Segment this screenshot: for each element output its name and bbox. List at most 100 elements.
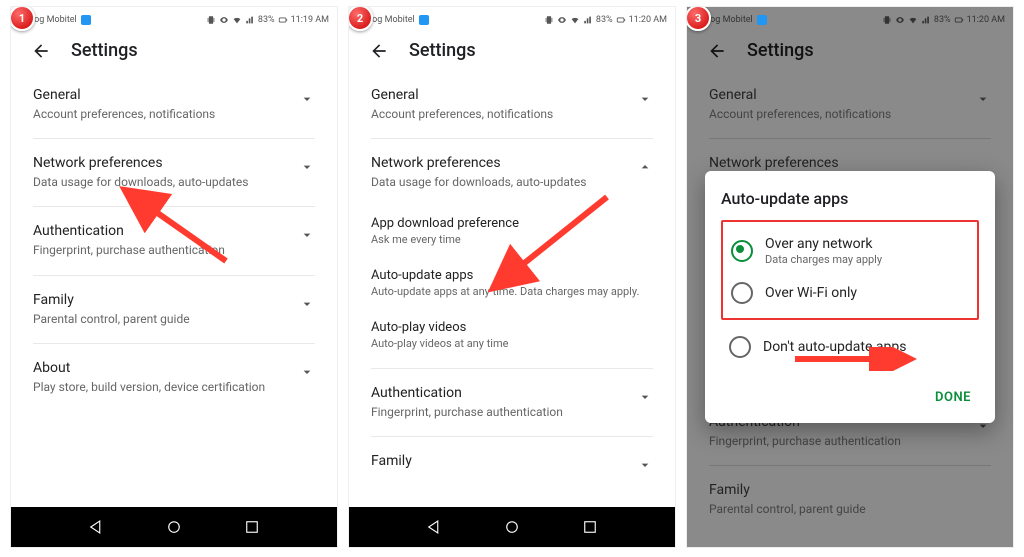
settings-item-family[interactable]: FamilyParental control, parent guide [33,276,315,344]
chevron-down-icon [299,91,315,107]
item-label: General [371,87,627,103]
item-sub: Play store, build version, device certif… [33,379,289,395]
settings-item-network[interactable]: Network preferences Data usage for downlo… [33,139,315,207]
settings-list: General Account preferences, notification… [349,71,675,489]
settings-item-family: FamilyParental control, parent guide [709,466,991,533]
item-sub: Account preferences, notifications [33,106,289,122]
item-sub: Data usage for downloads, auto-updates [33,174,289,190]
clock-label: 11:19 AM [291,15,329,25]
battery-icon [278,15,288,25]
item-label: Family [371,453,627,469]
radio-icon [731,240,753,262]
wifi-icon [232,15,242,25]
chevron-up-icon [637,159,653,175]
item-sub: Ask me every time [371,233,653,248]
eye-icon [219,15,229,25]
item-label: Network preferences [33,155,289,171]
radio-icon [731,282,753,304]
vibrate-icon [882,15,892,25]
wifi-icon [908,15,918,25]
signal-icon [921,15,931,25]
vibrate-icon [544,15,554,25]
sub-item-auto-update[interactable]: Auto-update apps Auto-update apps at any… [371,258,653,310]
item-label: General [33,87,289,103]
chevron-down-icon [299,296,315,312]
chevron-down-icon [637,389,653,405]
radio-label: Over any network [765,236,882,252]
nav-home-icon[interactable] [165,518,183,536]
vibrate-icon [206,15,216,25]
android-navbar [349,507,675,547]
nav-recent-icon[interactable] [581,518,599,536]
radio-dont-auto-update[interactable]: Don't auto-update apps [721,328,979,366]
notification-icon [419,15,429,25]
phone-screen-2: 2 Dialog Mobitel 83% 11:20 AM Settings G… [348,6,676,548]
item-label: App download preference [371,216,653,231]
nav-back-icon[interactable] [87,518,105,536]
notification-icon [81,15,91,25]
item-label: General [709,87,965,103]
item-label: Auto-play videos [371,320,653,335]
wifi-icon [570,15,580,25]
chevron-down-icon [975,91,991,107]
settings-item-network[interactable]: Network preferences Data usage for downlo… [371,139,653,206]
radio-icon [729,336,751,358]
dialog-title: Auto-update apps [721,189,979,208]
settings-list: General Account preferences, notification… [11,71,337,411]
battery-icon [616,15,626,25]
sub-item-autoplay[interactable]: Auto-play videos Auto-play videos at any… [371,310,653,369]
settings-item-about[interactable]: About Play store, build version, device c… [33,344,315,411]
settings-item-family[interactable]: Family [371,437,653,489]
chevron-down-icon [637,457,653,473]
signal-icon [245,15,255,25]
notification-icon [757,15,767,25]
highlighted-options: Over any networkData charges may apply O… [721,220,979,320]
battery-icon [954,15,964,25]
item-label: About [33,360,289,376]
nav-recent-icon[interactable] [243,518,261,536]
chevron-down-icon [299,364,315,380]
item-sub: Parental control, parent guide [33,311,289,327]
item-sub: Fingerprint, purchase authentication [33,242,289,258]
settings-item-general[interactable]: General Account preferences, notification… [33,71,315,139]
phone-screen-1: 1 Dialog Mobitel 83% 11:19 AM Settings G… [10,6,338,548]
chevron-down-icon [299,227,315,243]
item-label: Network preferences [371,155,627,171]
radio-over-any-network[interactable]: Over any networkData charges may apply [729,228,971,274]
item-label: Auto-update apps [371,268,653,283]
item-label: Network preferences [709,155,991,171]
appbar: Settings [687,30,1013,71]
settings-item-authentication[interactable]: Authentication Fingerprint, purchase auth… [33,207,315,275]
android-navbar [11,507,337,547]
nav-home-icon[interactable] [503,518,521,536]
battery-label: 83% [596,15,613,25]
radio-sub: Data charges may apply [765,253,882,266]
back-icon[interactable] [31,41,51,61]
back-icon[interactable] [707,41,727,61]
item-sub: Data usage for downloads, auto-updates [371,174,627,190]
eye-icon [557,15,567,25]
chevron-down-icon [299,159,315,175]
status-bar: Dialog Mobitel 83% 11:20 AM [349,7,675,30]
clock-label: 11:20 AM [629,15,667,25]
nav-back-icon[interactable] [425,518,443,536]
back-icon[interactable] [369,41,389,61]
item-sub: Account preferences, notifications [709,106,965,122]
item-sub: Parental control, parent guide [709,501,991,517]
item-sub: Auto-update apps at any time. Data charg… [371,285,653,300]
item-sub: Auto-play videos at any time [371,337,653,352]
item-sub: Fingerprint, purchase authentication [371,404,627,420]
item-label: Authentication [371,385,627,401]
sub-item-download-pref[interactable]: App download preference Ask me every tim… [371,206,653,258]
settings-item-authentication[interactable]: Authentication Fingerprint, purchase auth… [371,369,653,437]
done-button[interactable]: DONE [927,384,979,411]
auto-update-dialog: Auto-update apps Over any networkData ch… [705,171,995,423]
radio-label: Over Wi-Fi only [765,285,857,301]
radio-over-wifi-only[interactable]: Over Wi-Fi only [729,274,971,312]
battery-label: 83% [258,15,275,25]
item-label: Authentication [33,223,289,239]
settings-item-general[interactable]: General Account preferences, notification… [371,71,653,139]
settings-item-general: General Account preferences, notification… [709,71,991,139]
page-title: Settings [747,40,814,61]
item-sub: Account preferences, notifications [371,106,627,122]
